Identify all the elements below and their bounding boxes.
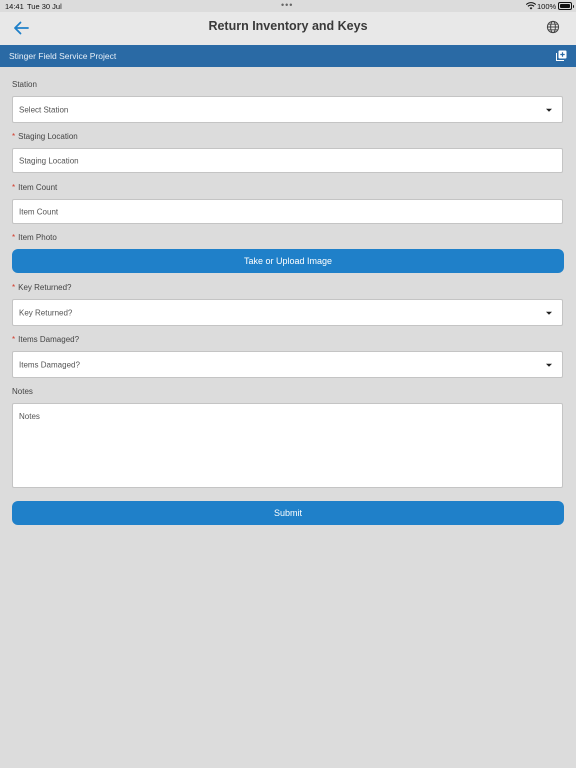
battery-percent: 100% [537,2,557,11]
staging-location-placeholder: Staging Location [19,156,79,165]
project-name: Stinger Field Service Project [9,51,117,61]
items-damaged-label: * Items Damaged? [12,335,80,344]
station-placeholder: Select Station [19,105,69,114]
item-count-label: * Item Count [12,183,58,192]
required-marker: * [12,233,16,242]
status-time: 14:41 [5,2,24,11]
items-damaged-placeholder: Items Damaged? [19,360,80,369]
key-returned-select[interactable]: Key Returned? [12,299,563,326]
required-marker: * [12,183,16,192]
item-count-placeholder: Item Count [19,207,59,216]
wifi-icon [526,2,536,10]
staging-location-label: * Staging Location [12,132,78,141]
items-damaged-select[interactable]: Items Damaged? [12,351,563,378]
status-bar: 14:41 Tue 30 Jul ••• 100% [0,0,576,12]
notes-textarea[interactable]: Notes [12,403,563,488]
page-title: Return Inventory and Keys [208,19,368,33]
chevron-down-icon [546,108,552,112]
upload-image-button[interactable]: Take or Upload Image [12,249,564,273]
notes-label: Notes [12,387,33,396]
key-returned-placeholder: Key Returned? [19,308,73,317]
project-bar: Stinger Field Service Project [0,45,576,67]
status-date: Tue 30 Jul [27,2,62,11]
chevron-down-icon [546,311,552,315]
station-label: Station [12,80,37,89]
submit-button[interactable]: Submit [12,501,564,525]
required-marker: * [12,335,16,344]
key-returned-label: * Key Returned? [12,283,72,292]
battery-icon [558,2,574,10]
station-select[interactable]: Select Station [12,96,563,123]
item-photo-label: * Item Photo [12,233,57,242]
staging-location-input[interactable]: Staging Location [12,148,563,173]
chevron-down-icon [546,363,552,367]
globe-icon[interactable] [546,20,560,34]
required-marker: * [12,283,16,292]
notes-placeholder: Notes [19,412,40,421]
add-square-icon[interactable] [556,50,567,61]
navigation-header: Return Inventory and Keys [0,12,576,45]
required-marker: * [12,132,16,141]
multitasking-dots-icon[interactable]: ••• [281,0,293,10]
item-count-input[interactable]: Item Count [12,199,563,224]
